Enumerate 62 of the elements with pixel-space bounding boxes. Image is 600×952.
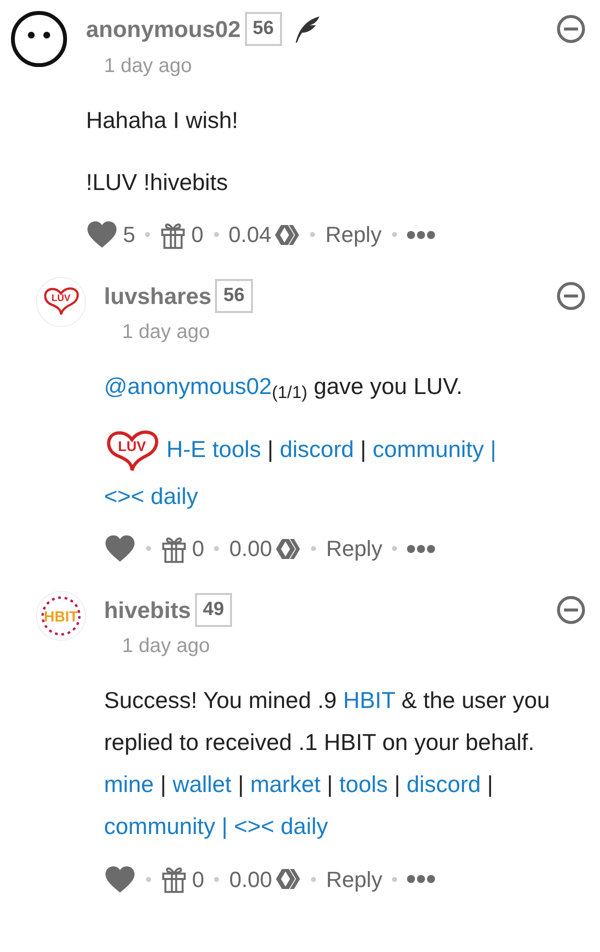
comment-text: !LUV !hivebits	[86, 168, 229, 196]
hive-icon	[274, 224, 300, 246]
collapse-button[interactable]	[556, 280, 586, 311]
comment-text: Success! You mined .9 HBIT & the user you replied to received .1 HBIT on your behalf. mine | wallet | market | tools | discord | community | <>< daily	[104, 686, 551, 842]
minus-circle-icon	[556, 594, 586, 625]
avatar[interactable]: LUV	[36, 276, 86, 326]
link[interactable]: <>< daily	[104, 482, 198, 509]
reputation-badge: 49	[194, 592, 232, 627]
payout-amount[interactable]: 0.00	[229, 532, 272, 566]
author-name[interactable]: hivebits	[104, 592, 191, 628]
gift-button[interactable]: 0	[160, 218, 204, 251]
comment-text: Hahaha I wish!	[86, 106, 240, 134]
more-button[interactable]	[407, 544, 436, 553]
reputation-badge: 56	[215, 278, 253, 313]
link[interactable]: H-E tools	[166, 436, 261, 462]
ellipsis-icon	[407, 544, 436, 553]
more-button[interactable]	[406, 230, 435, 238]
avatar-icon[interactable]	[10, 10, 68, 68]
ellipsis-icon	[407, 875, 436, 884]
ellipsis-icon	[406, 230, 435, 238]
payout-amount[interactable]: 0.00	[229, 862, 272, 896]
link[interactable]: discord	[406, 771, 481, 798]
upvote-button[interactable]	[104, 864, 136, 894]
timestamp: 1 day ago	[122, 320, 211, 345]
link[interactable]: @anonymous02	[104, 373, 272, 399]
link[interactable]: community |	[104, 813, 228, 840]
reply-button[interactable]: Reply	[326, 532, 382, 566]
heart-icon	[86, 220, 118, 249]
link[interactable]: market	[250, 771, 320, 798]
link[interactable]: <>< daily	[234, 813, 328, 840]
minus-circle-icon	[556, 280, 586, 311]
more-button[interactable]	[407, 875, 436, 884]
link[interactable]: wallet	[172, 771, 232, 798]
link[interactable]: HBIT	[343, 687, 396, 714]
heart-icon	[104, 534, 136, 564]
hive-icon	[275, 538, 302, 560]
gift-icon	[160, 220, 186, 248]
gift-button[interactable]: 0	[161, 532, 204, 566]
author-name[interactable]: anonymous02	[86, 12, 241, 46]
gift-icon	[161, 534, 187, 563]
upvote-button[interactable]	[104, 534, 136, 564]
link[interactable]: discord	[280, 436, 354, 462]
author-name[interactable]: luvshares	[104, 278, 212, 313]
timestamp: 1 day ago	[104, 54, 193, 78]
payout-amount[interactable]: 0.04	[228, 218, 272, 251]
minus-circle-icon	[556, 14, 586, 44]
gift-icon	[161, 865, 187, 894]
link[interactable]: tools	[339, 771, 388, 798]
upvote-button[interactable]: 5	[86, 218, 136, 251]
timestamp: 1 day ago	[122, 634, 211, 660]
gift-button[interactable]: 0	[161, 862, 204, 896]
collapse-button[interactable]	[556, 14, 586, 44]
reply-button[interactable]: Reply	[325, 218, 382, 251]
link[interactable]: community |	[372, 436, 496, 462]
comment-text: @anonymous02$_{(1/1)}$ gave you LUV.	[104, 372, 464, 404]
comment-text: LUV H-E tools | discord | community | <>< daily	[104, 427, 586, 517]
link[interactable]: mine	[104, 771, 154, 798]
reply-button[interactable]: Reply	[326, 862, 382, 896]
hive-icon	[275, 868, 302, 890]
reputation-badge: 56	[244, 12, 282, 46]
heart-icon	[104, 864, 136, 894]
collapse-button[interactable]	[556, 594, 586, 625]
